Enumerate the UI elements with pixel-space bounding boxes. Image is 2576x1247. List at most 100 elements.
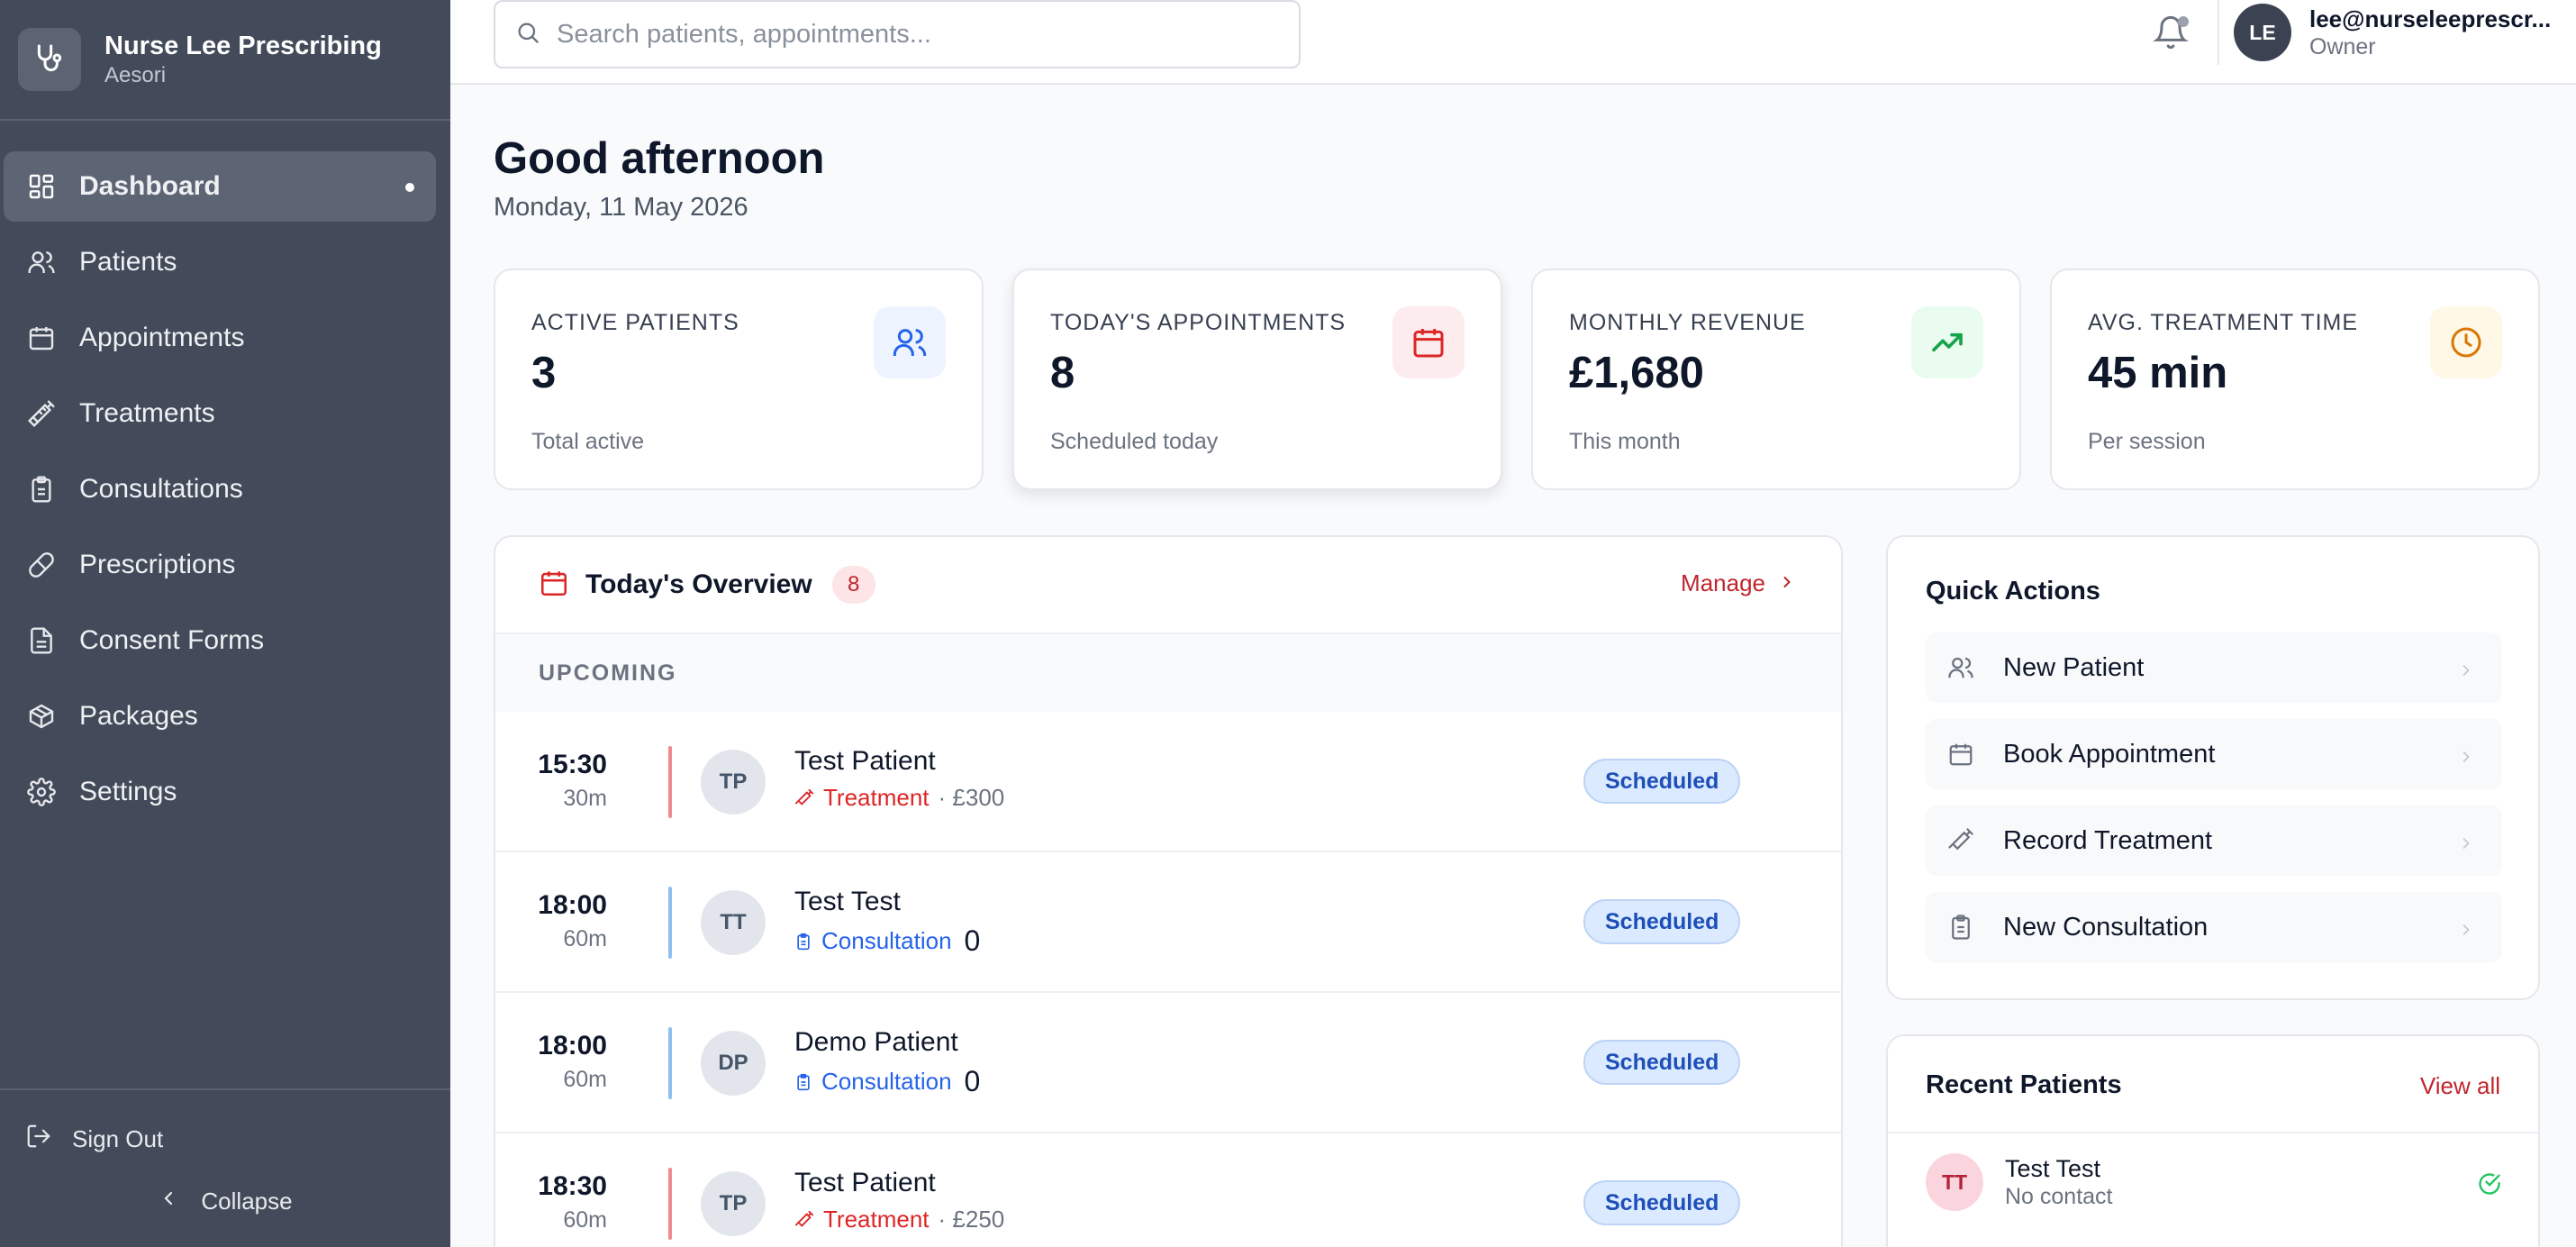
pill-icon (25, 549, 58, 581)
appointment-duration: 60m (563, 1207, 607, 1233)
patient-name: Test Test (794, 887, 901, 916)
search-bar[interactable] (494, 0, 1301, 68)
recent-patients-panel: Recent Patients View all TT Test Test No… (1886, 1034, 2540, 1247)
sidebar-item-consultations[interactable]: Consultations (4, 454, 436, 524)
sidebar-nav: Dashboard Patients Appointments Treatmen… (0, 121, 450, 827)
type-indicator-bar (668, 1168, 672, 1240)
new-consultation-button[interactable]: New Consultation (1926, 892, 2502, 962)
appointment-price: · £300 (938, 784, 1005, 811)
sign-out-button[interactable]: Sign Out (25, 1123, 163, 1156)
syringe-icon (25, 397, 58, 430)
quick-actions-panel: Quick Actions New Patient Book Appointme… (1886, 535, 2540, 1000)
users-icon (874, 306, 946, 378)
manage-label: Manage (1681, 569, 1765, 596)
sidebar-item-consent-forms[interactable]: Consent Forms (4, 605, 436, 676)
collapse-button[interactable]: Collapse (0, 1188, 450, 1215)
calendar-icon (1392, 306, 1465, 378)
overview-header: Today's Overview 8 Manage (495, 537, 1841, 634)
list-item[interactable]: TT Test Test No contact (1888, 1133, 2538, 1234)
current-date: Monday, 11 May 2026 (494, 193, 748, 222)
sidebar-item-label: Patients (79, 247, 177, 277)
appointment-extra: 0 (964, 1065, 981, 1097)
appointment-row[interactable]: 18:30 60m TP Test Patient Treatment · £2… (495, 1133, 1841, 1247)
appointment-type: Consultation 0 (794, 924, 980, 958)
header-divider (2218, 0, 2219, 65)
todays-overview-panel: Today's Overview 8 Manage UPCOMING 15:30… (494, 535, 1843, 1247)
search-input[interactable] (557, 19, 1259, 50)
brand-title: Nurse Lee Prescribing (104, 32, 382, 60)
appointment-row[interactable]: 18:00 60m DP Demo Patient Consultation 0… (495, 993, 1841, 1133)
search-icon (515, 20, 540, 50)
sidebar-item-label: Packages (79, 701, 198, 731)
stethoscope-icon[interactable] (18, 28, 81, 91)
sidebar-item-packages[interactable]: Packages (4, 681, 436, 751)
stat-card-todays-appointments[interactable]: TODAY'S APPOINTMENTS 8 Scheduled today (1012, 269, 1502, 490)
sidebar-item-label: Prescriptions (79, 550, 236, 579)
book-appointment-button[interactable]: Book Appointment (1926, 719, 2502, 789)
sign-out-label: Sign Out (72, 1125, 164, 1152)
notifications-button[interactable] (2153, 14, 2192, 54)
stat-card-active-patients[interactable]: ACTIVE PATIENTS 3 Total active (494, 269, 984, 490)
document-icon (25, 624, 58, 657)
appointment-count-badge: 8 (831, 566, 875, 604)
appointment-type: Consultation 0 (794, 1065, 980, 1098)
stat-label: AVG. TREATMENT TIME (2088, 310, 2359, 335)
user-role: Owner (2309, 34, 2376, 59)
stat-subtitle: Per session (2088, 429, 2206, 454)
appointment-time: 18:00 (538, 890, 607, 920)
dashboard-icon (25, 170, 58, 203)
chevron-right-icon (2457, 743, 2475, 773)
quick-action-label: Record Treatment (2003, 825, 2213, 855)
user-email[interactable]: lee@nurseleeprescr... (2309, 5, 2562, 33)
appointment-type: Treatment · £300 (794, 784, 1004, 812)
appointment-type-label: Consultation (821, 927, 952, 954)
collapse-label: Collapse (201, 1188, 293, 1215)
patient-avatar: TP (701, 750, 766, 815)
patient-avatar: TT (1926, 1153, 1983, 1211)
check-circle-icon (2477, 1171, 2502, 1201)
appointment-time: 18:30 (538, 1171, 607, 1201)
stat-subtitle: Scheduled today (1050, 429, 1219, 454)
gear-icon (25, 776, 58, 808)
patient-contact: No contact (2005, 1184, 2113, 1209)
appointment-row[interactable]: 18:00 60m TT Test Test Consultation 0 Sc… (495, 852, 1841, 993)
sidebar-item-dashboard[interactable]: Dashboard (4, 151, 436, 222)
sidebar-item-treatments[interactable]: Treatments (4, 378, 436, 449)
users-icon (25, 246, 58, 278)
status-badge: Scheduled (1583, 1180, 1741, 1225)
sidebar-item-label: Settings (79, 777, 177, 806)
quick-action-label: Book Appointment (2003, 739, 2216, 769)
stat-card-monthly-revenue[interactable]: MONTHLY REVENUE £1,680 This month (1531, 269, 2021, 490)
manage-link[interactable]: Manage (1681, 569, 1796, 597)
status-badge: Scheduled (1583, 1040, 1741, 1085)
notification-dot (2178, 16, 2189, 27)
sidebar-item-appointments[interactable]: Appointments (4, 303, 436, 373)
calendar-icon (25, 322, 58, 354)
overview-title: Today's Overview (585, 569, 812, 599)
sidebar-item-patients[interactable]: Patients (4, 227, 436, 297)
brand: Nurse Lee Prescribing Aesori (0, 0, 450, 121)
chevron-left-icon (158, 1188, 179, 1215)
sidebar-item-label: Treatments (79, 398, 215, 428)
clock-icon (2430, 306, 2502, 378)
syringe-icon (794, 1210, 814, 1230)
user-avatar[interactable]: LE (2234, 4, 2291, 61)
sidebar: Nurse Lee Prescribing Aesori Dashboard P… (0, 0, 450, 1247)
stat-label: ACTIVE PATIENTS (531, 310, 739, 335)
brand-subtitle: Aesori (104, 63, 167, 87)
view-all-link[interactable]: View all (2420, 1072, 2500, 1100)
appointment-duration: 60m (563, 1067, 607, 1092)
sidebar-item-prescriptions[interactable]: Prescriptions (4, 530, 436, 600)
record-treatment-button[interactable]: Record Treatment (1926, 806, 2502, 876)
users-icon (1947, 654, 1976, 681)
new-patient-button[interactable]: New Patient (1926, 633, 2502, 703)
patient-avatar: DP (701, 1031, 766, 1096)
appointment-row[interactable]: 15:30 30m TP Test Patient Treatment · £3… (495, 712, 1841, 852)
syringe-icon (794, 788, 814, 808)
clipboard-icon (1947, 914, 1976, 941)
quick-action-label: New Patient (2003, 652, 2145, 682)
sidebar-item-settings[interactable]: Settings (4, 757, 436, 827)
quick-actions-title: Quick Actions (1926, 577, 2100, 605)
logout-icon (25, 1123, 52, 1156)
stat-card-avg-treatment-time[interactable]: AVG. TREATMENT TIME 45 min Per session (2050, 269, 2540, 490)
